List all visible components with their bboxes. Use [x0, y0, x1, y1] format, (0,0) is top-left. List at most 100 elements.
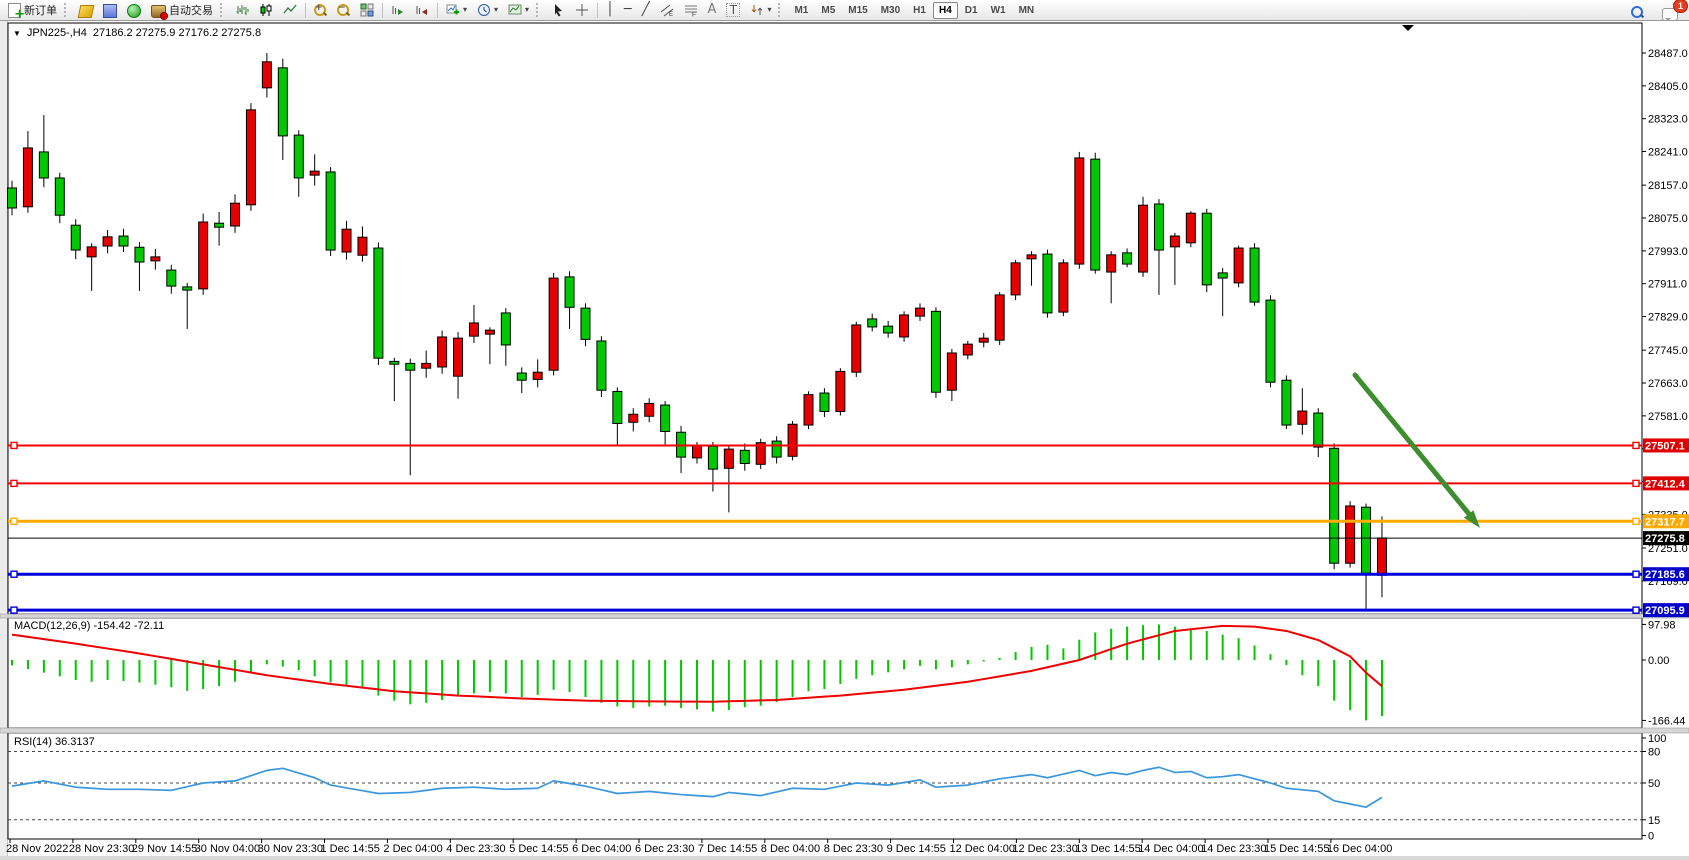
pane-separator[interactable]: [0, 614, 1689, 618]
candle-body: [454, 338, 463, 376]
line-handle[interactable]: [1633, 571, 1639, 577]
mt4-window: 新订单 自动交易 + − ▾ ▾ ▾ │ ─ ╱ E F A T: [0, 0, 1689, 860]
candle-body: [215, 223, 224, 227]
candle-body: [23, 148, 32, 207]
time-tick-label: 14 Dec 23:30: [1201, 843, 1266, 855]
line-handle[interactable]: [1633, 607, 1639, 613]
candle-body: [183, 287, 192, 290]
rsi-label: RSI(14) 36.3137: [14, 736, 95, 748]
time-tick-label: 7 Dec 14:55: [698, 843, 757, 855]
candle-body: [1170, 236, 1179, 247]
candle-body: [1202, 213, 1211, 285]
line-handle[interactable]: [11, 442, 17, 448]
rsi-tick-label: 100: [1648, 733, 1666, 745]
rsi-tick-label: 0: [1648, 831, 1654, 843]
candle-body: [103, 237, 112, 246]
candle-body: [852, 325, 861, 372]
status-strip: [0, 856, 1689, 860]
one-click-collapse-icon[interactable]: ▼: [13, 29, 21, 38]
price-tick-label: 27581.0: [1648, 411, 1688, 423]
candle-body: [804, 395, 813, 425]
candle-body: [1027, 255, 1036, 259]
price-tick-label: 28323.0: [1648, 114, 1688, 126]
line-handle[interactable]: [1633, 480, 1639, 486]
line-handle[interactable]: [11, 518, 17, 524]
price-tick-label: 27663.0: [1648, 378, 1688, 390]
time-tick-label: 28 Nov 23:30: [69, 843, 134, 855]
price-tick-label: 27829.0: [1648, 312, 1688, 324]
candle-body: [151, 257, 160, 261]
candle-body: [1107, 255, 1116, 272]
price-line-label: 27185.6: [1645, 569, 1685, 581]
candle-body: [390, 361, 399, 364]
candle-body: [597, 341, 606, 390]
line-handle[interactable]: [11, 607, 17, 613]
current-price-label: 27275.8: [1645, 533, 1685, 545]
candle-body: [884, 326, 893, 333]
candle-body: [1011, 263, 1020, 295]
line-handle[interactable]: [1633, 518, 1639, 524]
candle-body: [119, 236, 128, 246]
candle-body: [1139, 205, 1148, 272]
candle-body: [740, 450, 749, 463]
price-line-label: 27095.9: [1645, 605, 1685, 617]
candle-body: [645, 403, 654, 416]
price-line-label: 27412.4: [1645, 478, 1686, 490]
candle-body: [979, 338, 988, 342]
time-tick-label: 29 Nov 14:55: [132, 843, 197, 855]
candle-body: [310, 171, 319, 175]
time-tick-label: 14 Dec 04:00: [1138, 843, 1203, 855]
candle-body: [55, 178, 64, 215]
candle-body: [565, 277, 574, 307]
candle-body: [246, 110, 255, 205]
time-tick-label: 12 Dec 23:30: [1012, 843, 1077, 855]
rsi-tick-label: 80: [1648, 747, 1660, 759]
candle-body: [947, 353, 956, 390]
candle-body: [581, 308, 590, 339]
price-line-label: 27507.1: [1645, 440, 1685, 452]
rsi-tick-label: 15: [1648, 815, 1660, 827]
candle-body: [1075, 158, 1084, 264]
candle-body: [613, 391, 622, 423]
time-tick-label: 1 Dec 14:55: [321, 843, 380, 855]
candle-body: [358, 237, 367, 255]
candle-body: [1234, 248, 1243, 283]
candle-body: [916, 308, 925, 316]
price-line-label: 27317.7: [1645, 516, 1685, 528]
candle-body: [549, 278, 558, 370]
time-tick-label: 12 Dec 04:00: [950, 843, 1015, 855]
candle-body: [995, 295, 1004, 340]
time-tick-label: 4 Dec 23:30: [446, 843, 505, 855]
candle-body: [1298, 411, 1307, 424]
candle-body: [469, 323, 478, 336]
candle-body: [692, 446, 701, 458]
candle-body: [931, 311, 940, 392]
macd-tick-label: -166.44: [1648, 715, 1685, 727]
chart-canvas[interactable]: 28487.028405.028323.028241.028157.028075…: [0, 0, 1689, 860]
time-tick-label: 5 Dec 14:55: [509, 843, 568, 855]
candle-body: [1218, 273, 1227, 278]
time-tick-label: 8 Dec 23:30: [824, 843, 883, 855]
candle-body: [708, 446, 717, 469]
line-handle[interactable]: [1633, 442, 1639, 448]
candle-body: [868, 319, 877, 327]
time-tick-label: 2 Dec 04:00: [383, 843, 442, 855]
price-tick-label: 28241.0: [1648, 147, 1688, 159]
candle-body: [724, 449, 733, 468]
candle-body: [1091, 159, 1100, 270]
price-tick-label: 28487.0: [1648, 48, 1688, 60]
pane-separator[interactable]: [0, 728, 1689, 733]
line-handle[interactable]: [11, 571, 17, 577]
candle-body: [1377, 538, 1386, 575]
candle-body: [199, 222, 208, 289]
price-tick-label: 27993.0: [1648, 246, 1688, 258]
price-tick-label: 28157.0: [1648, 180, 1688, 192]
candle-body: [278, 68, 287, 136]
line-handle[interactable]: [11, 480, 17, 486]
time-tick-label: 30 Nov 04:00: [195, 843, 260, 855]
candle-body: [629, 414, 638, 422]
time-tick-label: 6 Dec 23:30: [635, 843, 694, 855]
candle-body: [422, 363, 431, 368]
candle-body: [788, 424, 797, 456]
candle-body: [661, 405, 670, 431]
